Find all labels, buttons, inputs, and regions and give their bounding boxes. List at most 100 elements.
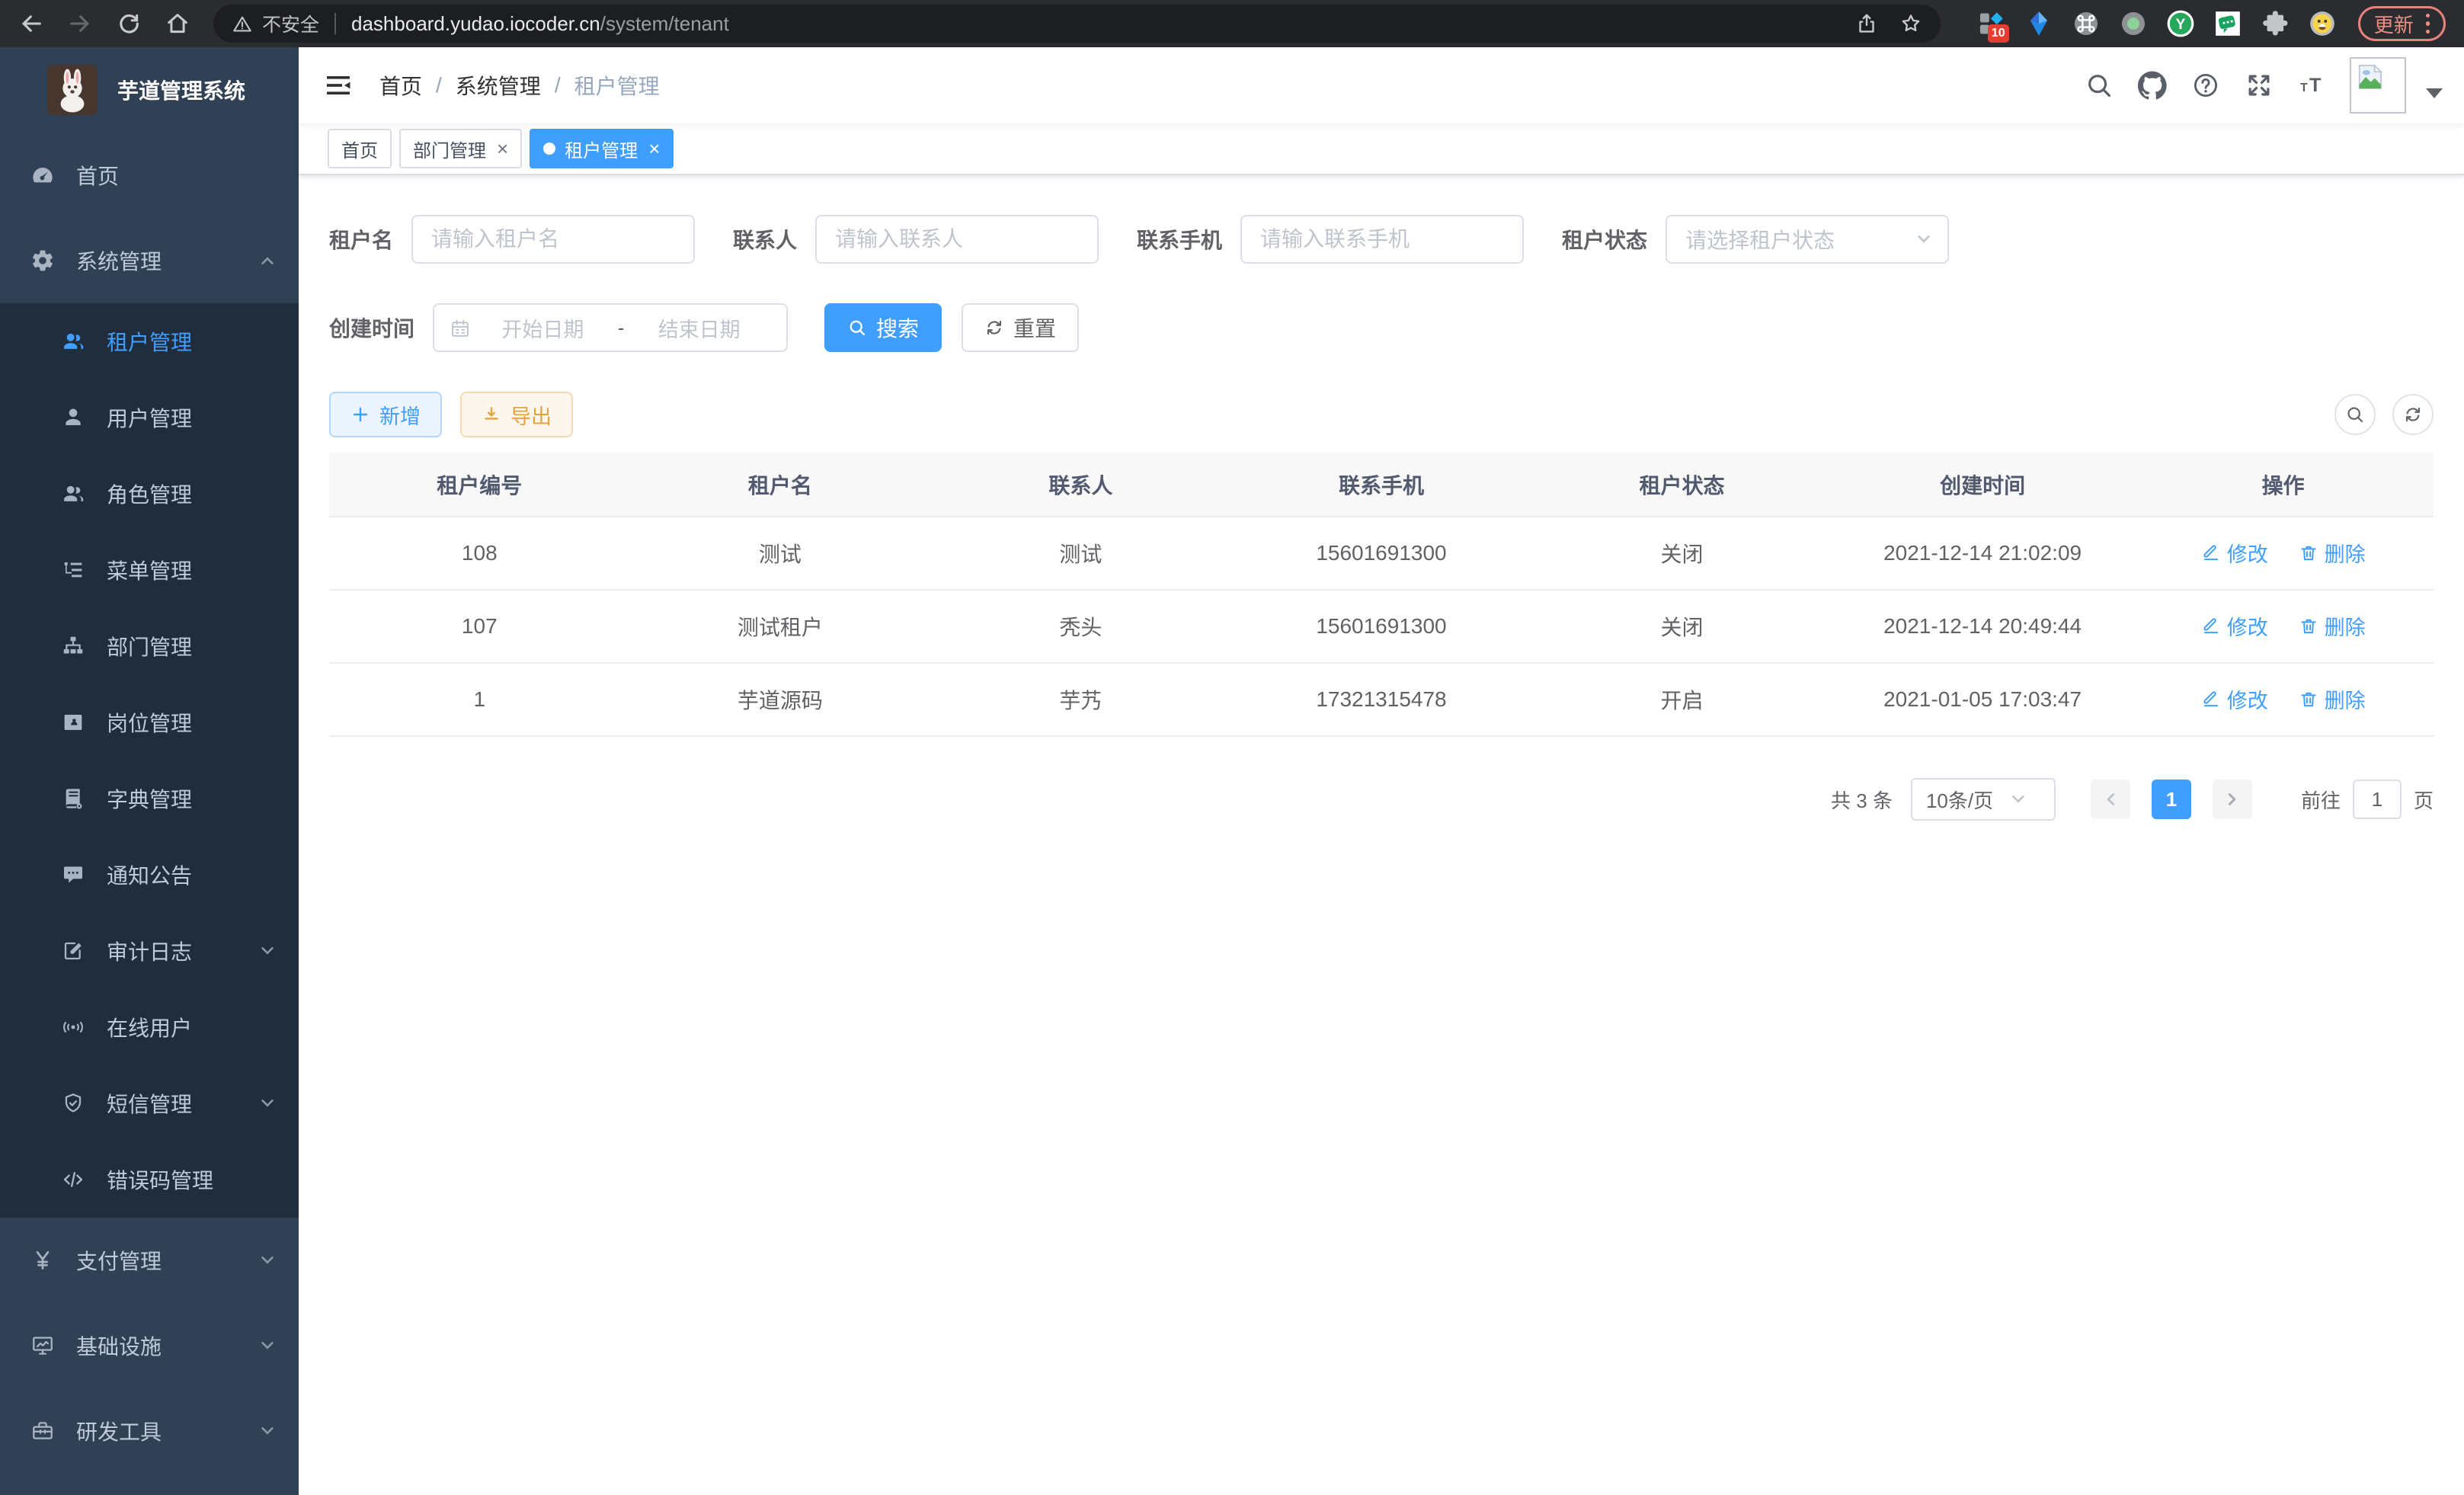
sidebar-item-system[interactable]: 系统管理 (0, 218, 299, 303)
page-number-1[interactable]: 1 (2152, 780, 2191, 819)
close-icon[interactable]: × (648, 139, 660, 158)
page-size-value: 10条/页 (1926, 786, 1993, 814)
reset-button-label: 重置 (1013, 312, 1056, 343)
edit-icon (2201, 690, 2221, 709)
github-icon[interactable] (2138, 71, 2167, 100)
cell-id: 108 (329, 517, 630, 590)
share-icon[interactable] (1855, 12, 1878, 35)
forward-icon[interactable] (67, 11, 93, 37)
sidebar-item-user[interactable]: 用户管理 (0, 379, 299, 456)
next-page-button[interactable] (2213, 780, 2252, 819)
font-size-icon[interactable]: TT (2298, 71, 2327, 100)
edit-link[interactable]: 修改 (2201, 684, 2268, 714)
sidebar-item-audit-log[interactable]: 审计日志 (0, 913, 299, 989)
fullscreen-icon[interactable] (2245, 71, 2274, 100)
sidebar-item-home[interactable]: 首页 (0, 133, 299, 218)
badge-icon (61, 710, 85, 735)
prev-page-button[interactable] (2091, 780, 2130, 819)
sidebar-item-notice[interactable]: 通知公告 (0, 837, 299, 913)
extensions-puzzle-icon[interactable] (2261, 9, 2290, 38)
sidebar-item-label: 岗位管理 (107, 707, 276, 738)
tab-home[interactable]: 首页 (328, 129, 392, 168)
sidebar-item-online-users[interactable]: 在线用户 (0, 989, 299, 1065)
avatar-dropdown-caret[interactable] (2426, 88, 2443, 98)
tab-tenant[interactable]: 租户管理× (530, 129, 674, 168)
reload-icon[interactable] (116, 11, 142, 37)
sidebar-item-sms[interactable]: 短信管理 (0, 1065, 299, 1141)
download-icon (482, 405, 501, 424)
chat-extension-icon[interactable] (2213, 9, 2242, 38)
delete-link-label: 删除 (2325, 611, 2366, 641)
cell-name: 芋道源码 (630, 663, 931, 736)
contact-input[interactable] (815, 215, 1099, 264)
sidebar-item-dict[interactable]: 字典管理 (0, 760, 299, 837)
refresh-table-button[interactable] (2392, 394, 2434, 435)
cell-created: 2021-01-05 17:03:47 (1832, 663, 2133, 736)
sidebar-item-tenant[interactable]: 租户管理 (0, 303, 299, 379)
trash-icon (2299, 543, 2318, 563)
edit-link[interactable]: 修改 (2201, 611, 2268, 641)
address-bar[interactable]: 不安全 dashboard.yudao.iocoder.cn/system/te… (213, 5, 1941, 43)
col-header-mobile: 联系手机 (1231, 453, 1532, 517)
shield-check-icon (61, 1091, 85, 1116)
sidebar-item-pay[interactable]: 支付管理 (0, 1218, 299, 1303)
edit-link[interactable]: 修改 (2201, 538, 2268, 568)
cell-contact: 测试 (930, 517, 1231, 590)
tab-groups-extension-icon[interactable]: 10 (1977, 9, 2006, 38)
goto-page-input[interactable] (2353, 780, 2402, 819)
breadcrumb-system[interactable]: 系统管理 (456, 70, 541, 101)
delete-link[interactable]: 删除 (2299, 538, 2366, 568)
user-avatar[interactable] (2350, 57, 2406, 114)
sidebar-fold-icon[interactable] (323, 70, 354, 101)
sidebar-item-role[interactable]: 角色管理 (0, 456, 299, 532)
recorder-extension-icon[interactable] (2119, 9, 2148, 38)
delete-link[interactable]: 删除 (2299, 684, 2366, 714)
kite-extension-icon[interactable] (2024, 9, 2053, 38)
back-icon[interactable] (18, 11, 44, 37)
delete-link[interactable]: 删除 (2299, 611, 2366, 641)
sidebar-item-post[interactable]: 岗位管理 (0, 684, 299, 760)
table-row: 108 测试 测试 15601691300 关闭 2021-12-14 21:0… (329, 517, 2434, 590)
mobile-input[interactable] (1240, 215, 1524, 264)
trash-icon (2299, 616, 2318, 636)
home-icon[interactable] (165, 11, 190, 37)
search-icon[interactable] (2085, 71, 2114, 100)
url-divider (334, 13, 336, 34)
show-search-toggle-button[interactable] (2334, 394, 2376, 435)
export-button[interactable]: 导出 (460, 392, 573, 437)
browser-update-button[interactable]: 更新 (2358, 6, 2446, 41)
status-select[interactable]: 请选择租户状态 (1666, 215, 1949, 264)
sidebar-item-errcode[interactable]: 错误码管理 (0, 1141, 299, 1218)
sidebar-item-infra[interactable]: 基础设施 (0, 1303, 299, 1388)
browser-menu-icon[interactable] (2426, 14, 2430, 34)
bookmark-star-icon[interactable] (1899, 12, 1922, 35)
page-size-select[interactable]: 10条/页 (1911, 778, 2056, 821)
refresh-icon (984, 318, 1004, 338)
help-icon[interactable] (2191, 71, 2220, 100)
goto-label: 前往 (2301, 786, 2341, 814)
security-label[interactable]: 不安全 (262, 10, 319, 37)
sidebar-item-label: 字典管理 (107, 783, 276, 814)
date-range-picker[interactable]: 开始日期 - 结束日期 (433, 303, 788, 352)
tab-dept[interactable]: 部门管理× (399, 129, 522, 168)
emoji-profile-icon[interactable] (2308, 9, 2337, 38)
cell-actions: 修改 删除 (2133, 590, 2434, 663)
sidebar-item-dept[interactable]: 部门管理 (0, 608, 299, 684)
sidebar-logo[interactable]: 芋道管理系统 (0, 47, 299, 133)
command-extension-icon[interactable] (2072, 9, 2101, 38)
sidebar-item-menu-mgmt[interactable]: 菜单管理 (0, 532, 299, 608)
url-path: /system/tenant (600, 12, 729, 35)
delete-link-label: 删除 (2325, 684, 2366, 714)
search-button[interactable]: 搜索 (824, 303, 942, 352)
sidebar-item-devtools[interactable]: 研发工具 (0, 1388, 299, 1474)
cell-contact: 芋艿 (930, 663, 1231, 736)
tenant-name-input[interactable] (411, 215, 695, 264)
extensions-cluster: 10 Y 更新 (1959, 6, 2446, 41)
url-text[interactable]: dashboard.yudao.iocoder.cn/system/tenant (351, 12, 729, 36)
y-logo-extension-icon[interactable]: Y (2166, 9, 2195, 38)
close-icon[interactable]: × (497, 139, 508, 158)
reset-button[interactable]: 重置 (962, 303, 1079, 352)
add-button[interactable]: 新增 (329, 392, 442, 437)
breadcrumb-home[interactable]: 首页 (379, 70, 422, 101)
contact-label: 联系人 (733, 224, 815, 255)
